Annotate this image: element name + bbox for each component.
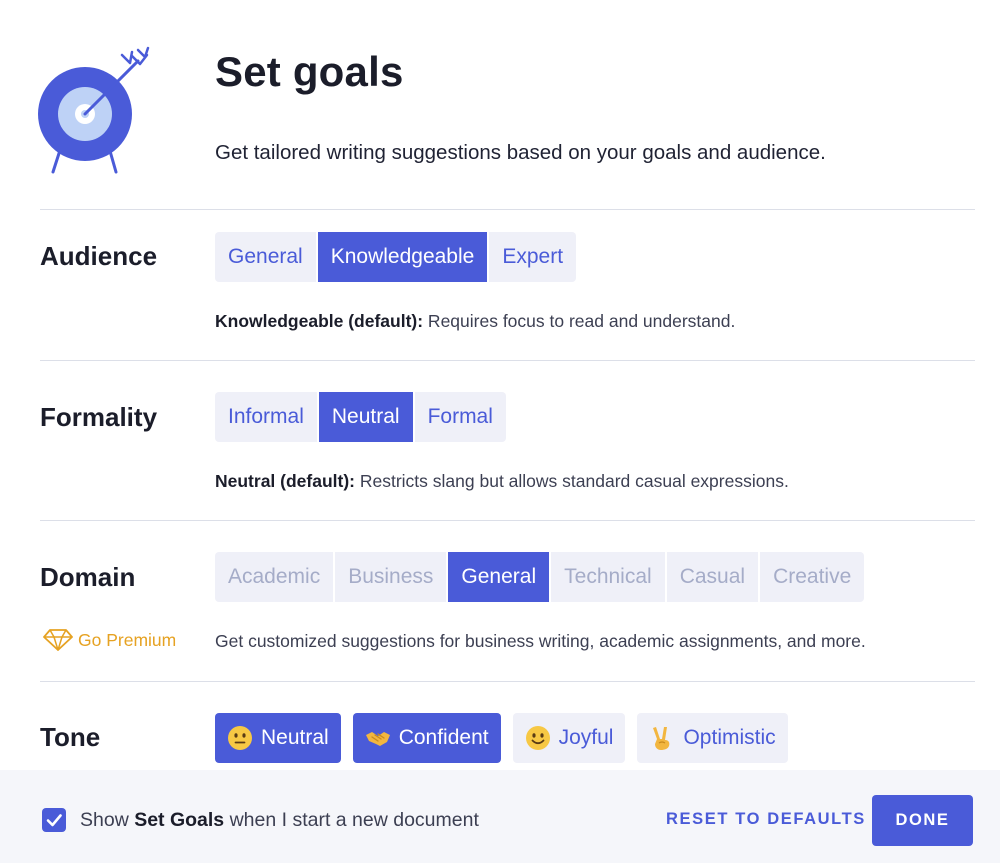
go-premium-link[interactable]: Go Premium — [42, 628, 176, 652]
formality-option-informal[interactable]: Informal — [215, 392, 317, 442]
domain-option-business[interactable]: Business — [335, 552, 447, 602]
audience-description: Knowledgeable (default): Requires focus … — [215, 311, 735, 332]
audience-description-bold: Knowledgeable (default): — [215, 311, 424, 331]
check-label-suffix: when I start a new document — [224, 809, 479, 831]
audience-option-general[interactable]: General — [215, 232, 316, 282]
tone-label: Tone — [40, 722, 101, 752]
handshake-icon — [365, 732, 390, 746]
show-set-goals-label: Show Set Goals when I start a new docume… — [80, 809, 479, 832]
tone-option-neutral[interactable]: Neutral — [215, 713, 341, 763]
show-set-goals-checkbox[interactable] — [42, 808, 66, 832]
page-subtitle: Get tailored writing suggestions based o… — [215, 141, 826, 164]
formality-option-formal[interactable]: Formal — [414, 392, 506, 442]
check-label-bold: Set Goals — [134, 809, 225, 831]
check-label-prefix: Show — [80, 809, 135, 831]
done-button[interactable]: DONE — [872, 795, 973, 846]
tone-label-optimistic: Optimistic — [683, 726, 776, 749]
domain-option-casual[interactable]: Casual — [666, 552, 759, 602]
go-premium-label: Go Premium — [78, 629, 177, 650]
formality-description: Neutral (default): Restricts slang but a… — [215, 471, 789, 492]
formality-description-text: Restricts slang but allows standard casu… — [355, 471, 789, 491]
domain-label: Domain — [40, 562, 136, 592]
domain-option-academic[interactable]: Academic — [215, 552, 334, 602]
neutral-face-icon — [228, 726, 252, 750]
domain-description: Get customized suggestions for business … — [215, 631, 866, 651]
formality-option-neutral[interactable]: Neutral — [318, 392, 413, 442]
domain-option-creative[interactable]: Creative — [760, 552, 865, 602]
tone-option-confident[interactable]: Confident — [352, 713, 501, 763]
tone-options: Neutral Confident Joyful Optimistic — [215, 713, 788, 763]
formality-segmented-control: Informal Neutral Formal — [215, 392, 506, 442]
reset-to-defaults-button[interactable]: RESET TO DEFAULTS — [666, 810, 866, 829]
diamond-icon — [43, 629, 73, 651]
tone-label-confident: Confident — [398, 726, 489, 749]
domain-option-general[interactable]: General — [448, 552, 550, 602]
smiling-face-icon — [525, 726, 550, 750]
formality-description-bold: Neutral (default): — [215, 471, 355, 491]
audience-label: Audience — [40, 241, 158, 271]
divider — [40, 681, 975, 682]
audience-description-text: Requires focus to read and understand. — [423, 311, 736, 331]
page-title: Set goals — [215, 48, 404, 95]
domain-option-technical[interactable]: Technical — [551, 552, 665, 602]
tone-label-joyful: Joyful — [558, 726, 614, 749]
header: Set goals Get tailored writing suggestio… — [0, 0, 1000, 210]
audience-segmented-control: General Knowledgeable Expert — [215, 232, 577, 282]
victory-hand-icon — [653, 727, 670, 750]
divider — [40, 520, 975, 521]
audience-option-expert[interactable]: Expert — [489, 232, 577, 282]
formality-label: Formality — [40, 402, 158, 432]
checkmark-icon — [46, 814, 62, 827]
domain-segmented-control: Academic Business General Technical Casu… — [215, 552, 865, 602]
divider — [40, 209, 975, 210]
tone-option-joyful[interactable]: Joyful — [512, 713, 626, 763]
divider — [40, 360, 975, 361]
tone-label-neutral: Neutral — [261, 726, 329, 749]
target-arrow-icon — [38, 46, 150, 174]
footer-bar: Show Set Goals when I start a new docume… — [0, 770, 1000, 863]
audience-option-knowledgeable[interactable]: Knowledgeable — [317, 232, 488, 282]
tone-option-optimistic[interactable]: Optimistic — [637, 713, 788, 763]
